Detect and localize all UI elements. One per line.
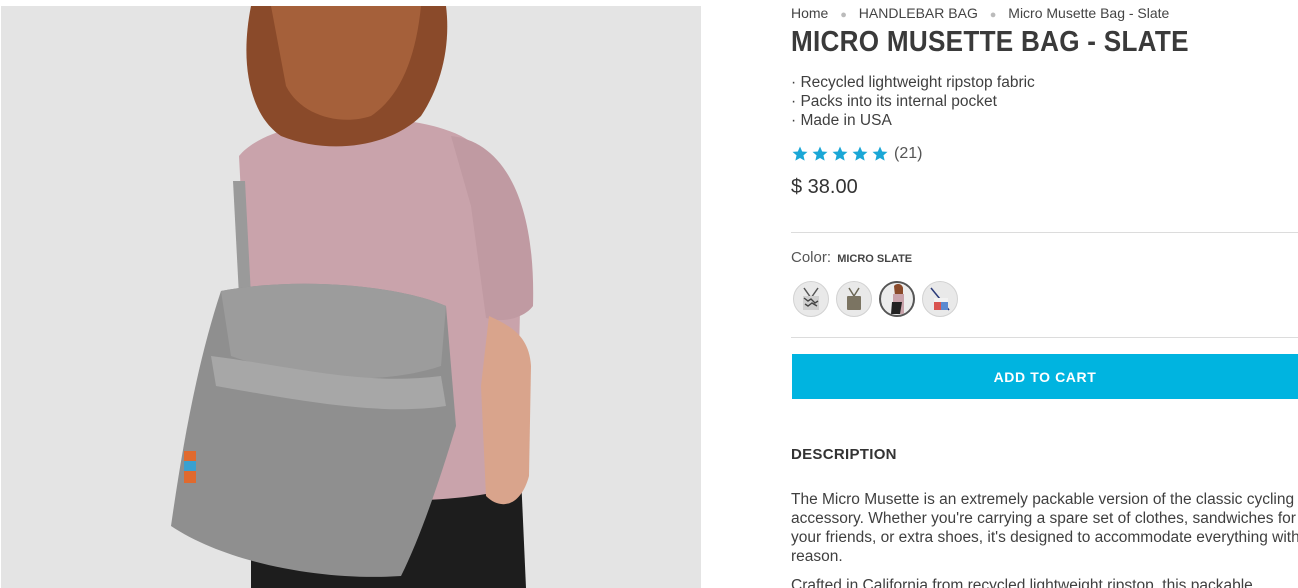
description-paragraph: Crafted in California from recycled ligh…	[791, 577, 1253, 588]
product-info-panel: Home ● HANDLEBAR BAG ● Micro Musette Bag…	[791, 0, 1298, 588]
swatch-red-white-blue[interactable]	[922, 281, 958, 317]
breadcrumb-separator: ●	[840, 9, 847, 21]
olive-bag-thumbnail-icon	[847, 287, 861, 310]
divider	[791, 232, 1298, 233]
star-icon	[872, 146, 888, 161]
rwb-bag-thumbnail-icon	[930, 287, 950, 311]
star-icon	[852, 146, 868, 161]
breadcrumb-home[interactable]: Home	[791, 5, 828, 21]
product-title: MICRO MUSETTE BAG - SLATE	[791, 26, 1189, 58]
feature-list: · Recycled lightweight ripstop fabric · …	[791, 73, 1035, 130]
color-swatches	[793, 281, 958, 317]
star-icon	[812, 146, 828, 161]
selected-color-name: Micro Slate	[837, 253, 913, 265]
swatch-olive[interactable]	[836, 281, 872, 317]
swatch-patterned[interactable]	[793, 281, 829, 317]
breadcrumb-category[interactable]: HANDLEBAR BAG	[859, 5, 978, 21]
breadcrumb-current: Micro Musette Bag - Slate	[1008, 5, 1170, 21]
star-icon	[832, 146, 848, 161]
description-body: The Micro Musette is an extremely packab…	[791, 490, 1298, 588]
star-icon	[792, 146, 808, 161]
product-image[interactable]	[1, 6, 701, 588]
product-photo-illustration	[1, 6, 701, 588]
review-count[interactable]: (21)	[894, 145, 922, 163]
divider	[791, 337, 1298, 338]
description-paragraph: The Micro Musette is an extremely packab…	[791, 491, 1298, 565]
product-price: $ 38.00	[791, 176, 858, 198]
color-selector-label: Color: Micro Slate	[791, 249, 912, 266]
feature-item: · Recycled lightweight ripstop fabric	[791, 74, 1035, 91]
color-label-text: Color:	[791, 249, 832, 266]
breadcrumb-separator: ●	[989, 9, 997, 21]
swatch-slate[interactable]	[879, 281, 915, 317]
patterned-bag-thumbnail-icon	[803, 287, 819, 310]
feature-item: · Packs into its internal pocket	[791, 93, 997, 110]
description-heading: DESCRIPTION	[791, 446, 897, 463]
feature-item: · Made in USA	[791, 112, 892, 129]
rating[interactable]: (21)	[791, 145, 922, 163]
add-to-cart-button[interactable]: ADD TO CART	[792, 354, 1298, 399]
slate-bag-thumbnail-icon	[882, 284, 912, 314]
breadcrumb: Home ● HANDLEBAR BAG ● Micro Musette Bag…	[791, 5, 1169, 21]
